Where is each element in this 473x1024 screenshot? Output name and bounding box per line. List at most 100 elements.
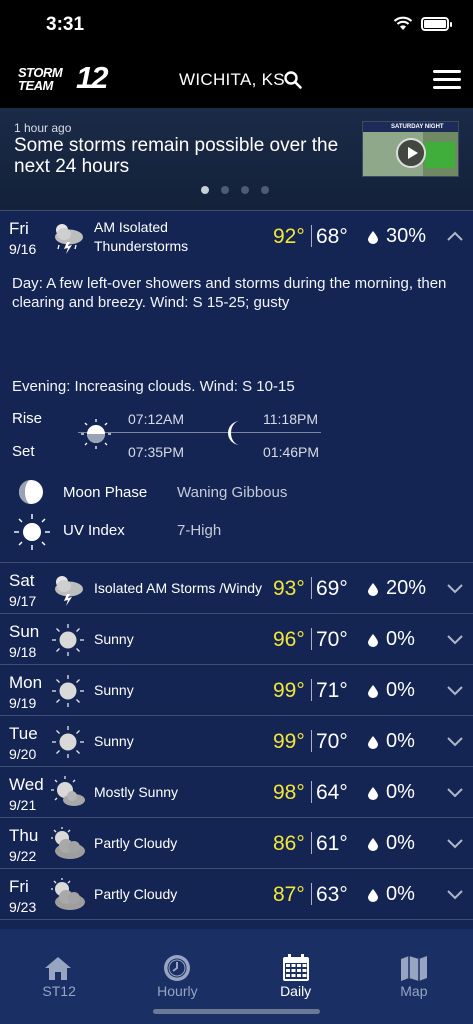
forecast-row[interactable]: Wed 9/21 Mostly Sunny 98° 64° 0%	[0, 766, 473, 817]
storm-icon	[55, 576, 83, 606]
hamburger-menu-icon[interactable]	[433, 70, 461, 90]
storm-team-12-logo[interactable]: STORM TEAM 12	[18, 60, 110, 96]
tab-map[interactable]: Map	[355, 929, 473, 1024]
news-carousel[interactable]: 1 hour ago Some storms remain possible o…	[0, 108, 473, 210]
low-temp: 61°	[316, 832, 348, 855]
status-bar: 3:31	[0, 0, 473, 50]
day-date: 9/22	[9, 848, 37, 864]
day-date: 9/20	[9, 746, 37, 762]
day-date: 9/16	[9, 241, 37, 257]
mostly-sunny-icon	[51, 776, 85, 806]
uv-index-label: UV Index	[63, 522, 125, 539]
chevron-down-icon[interactable]	[446, 837, 464, 849]
precip-chance: 0%	[386, 679, 415, 701]
moonset-time: 01:46PM	[263, 444, 320, 460]
day-date: 9/17	[9, 593, 37, 609]
low-temp: 70°	[316, 730, 348, 753]
day-date: 9/23	[9, 899, 37, 915]
partly-cloudy-icon	[51, 878, 85, 910]
day-name: Mon	[9, 673, 43, 692]
moon-phase-icon	[19, 480, 43, 504]
day-name: Sun	[9, 622, 40, 641]
precip-chance: 0%	[386, 628, 415, 650]
low-temp: 71°	[316, 679, 348, 702]
forecast-row-expanded[interactable]: Fri 9/16 AM Isolated Thunderstorms 92° 6…	[0, 210, 473, 261]
forecast-row[interactable]: Tue 9/20 Sunny 99° 70° 0%	[0, 715, 473, 766]
condition-text: Mostly Sunny	[94, 784, 179, 800]
carousel-dot[interactable]	[221, 186, 229, 194]
precip-chance: 0%	[386, 730, 415, 752]
forecast-row[interactable]: Mon 9/19 Sunny 99° 71° 0%	[0, 664, 473, 715]
carousel-dot[interactable]	[261, 186, 269, 194]
thumb-caption: SATURDAY NIGHT	[363, 122, 458, 132]
high-temp: 99°	[273, 730, 305, 753]
condition-text: Sunny	[94, 682, 134, 698]
home-indicator	[153, 1009, 320, 1014]
low-temp: 64°	[316, 781, 348, 804]
map-icon	[400, 956, 427, 981]
high-temp: 96°	[273, 628, 305, 651]
high-temp: 92°	[273, 225, 305, 248]
uv-index-row: UV Index 7-High	[0, 511, 473, 551]
temp-divider	[311, 628, 312, 650]
tab-label: Hourly	[157, 983, 198, 999]
precip-chance: 30%	[386, 225, 427, 247]
thumb-graphic	[425, 142, 455, 168]
forecast-row[interactable]: Sun 9/18 Sunny 96° 70° 0%	[0, 613, 473, 664]
battery-icon	[421, 16, 452, 31]
condition-text: Sunny	[94, 733, 134, 749]
chevron-down-icon[interactable]	[446, 888, 464, 900]
set-label: Set	[12, 443, 35, 460]
chevron-down-icon[interactable]	[446, 786, 464, 798]
temp-divider	[311, 832, 312, 854]
condition-text: Isolated AM Storms /Windy	[94, 580, 263, 596]
temp-divider	[311, 679, 312, 701]
daily-forecast-list: Fri 9/16 AM Isolated Thunderstorms 92° 6…	[0, 210, 473, 970]
day-date: 9/18	[9, 644, 37, 660]
chevron-down-icon[interactable]	[446, 582, 464, 594]
carousel-page-dots	[201, 186, 269, 194]
forecast-row[interactable]: Thu 9/22 Partly Cloudy 86° 61° 0%	[0, 817, 473, 868]
wifi-icon	[393, 16, 413, 30]
chevron-up-icon[interactable]	[446, 230, 464, 242]
precip-chance: 0%	[386, 883, 415, 905]
carousel-dot[interactable]	[241, 186, 249, 194]
low-temp: 68°	[316, 225, 348, 248]
day-name: Tue	[9, 724, 38, 743]
forecast-row[interactable]: Fri 9/23 Partly Cloudy 87° 63° 0%	[0, 868, 473, 919]
low-temp: 63°	[316, 883, 348, 906]
news-headline[interactable]: Some storms remain possible over the nex…	[14, 135, 354, 177]
calendar-icon	[282, 954, 309, 981]
tab-st12[interactable]: ST12	[0, 929, 118, 1024]
raindrop-icon	[368, 685, 378, 698]
sun-icon	[52, 675, 84, 707]
search-icon[interactable]	[283, 70, 303, 90]
raindrop-icon	[368, 634, 378, 647]
location-label[interactable]: WICHITA, KS	[179, 70, 285, 90]
precip-chance: 0%	[386, 832, 415, 854]
forecast-row[interactable]: Sat 9/17 Isolated AM Storms /Windy 93° 6…	[0, 562, 473, 613]
chevron-down-icon[interactable]	[446, 684, 464, 696]
sunrise-time: 07:12AM	[128, 411, 185, 427]
play-icon[interactable]	[396, 138, 426, 168]
evening-description: Evening: Increasing clouds. Wind: S 10-1…	[12, 378, 295, 395]
storm-icon	[55, 224, 83, 254]
day-name: Thu	[9, 826, 39, 845]
condition-text: Sunny	[94, 631, 134, 647]
high-temp: 98°	[273, 781, 305, 804]
day-name: Fri	[9, 219, 29, 238]
chevron-down-icon[interactable]	[446, 633, 464, 645]
status-time: 3:31	[46, 14, 85, 35]
tab-label: Map	[400, 983, 428, 999]
high-temp: 93°	[273, 577, 305, 600]
uv-index-value: 7-High	[177, 522, 222, 539]
carousel-dot-active[interactable]	[201, 186, 209, 194]
day-name: Fri	[9, 877, 29, 896]
chevron-down-icon[interactable]	[446, 735, 464, 747]
precip-chance: 0%	[386, 781, 415, 803]
day-name: Sat	[9, 571, 35, 590]
high-temp: 87°	[273, 883, 305, 906]
temp-divider	[311, 225, 312, 247]
news-video-thumbnail[interactable]: SATURDAY NIGHT	[362, 121, 459, 177]
temp-divider	[311, 883, 312, 905]
